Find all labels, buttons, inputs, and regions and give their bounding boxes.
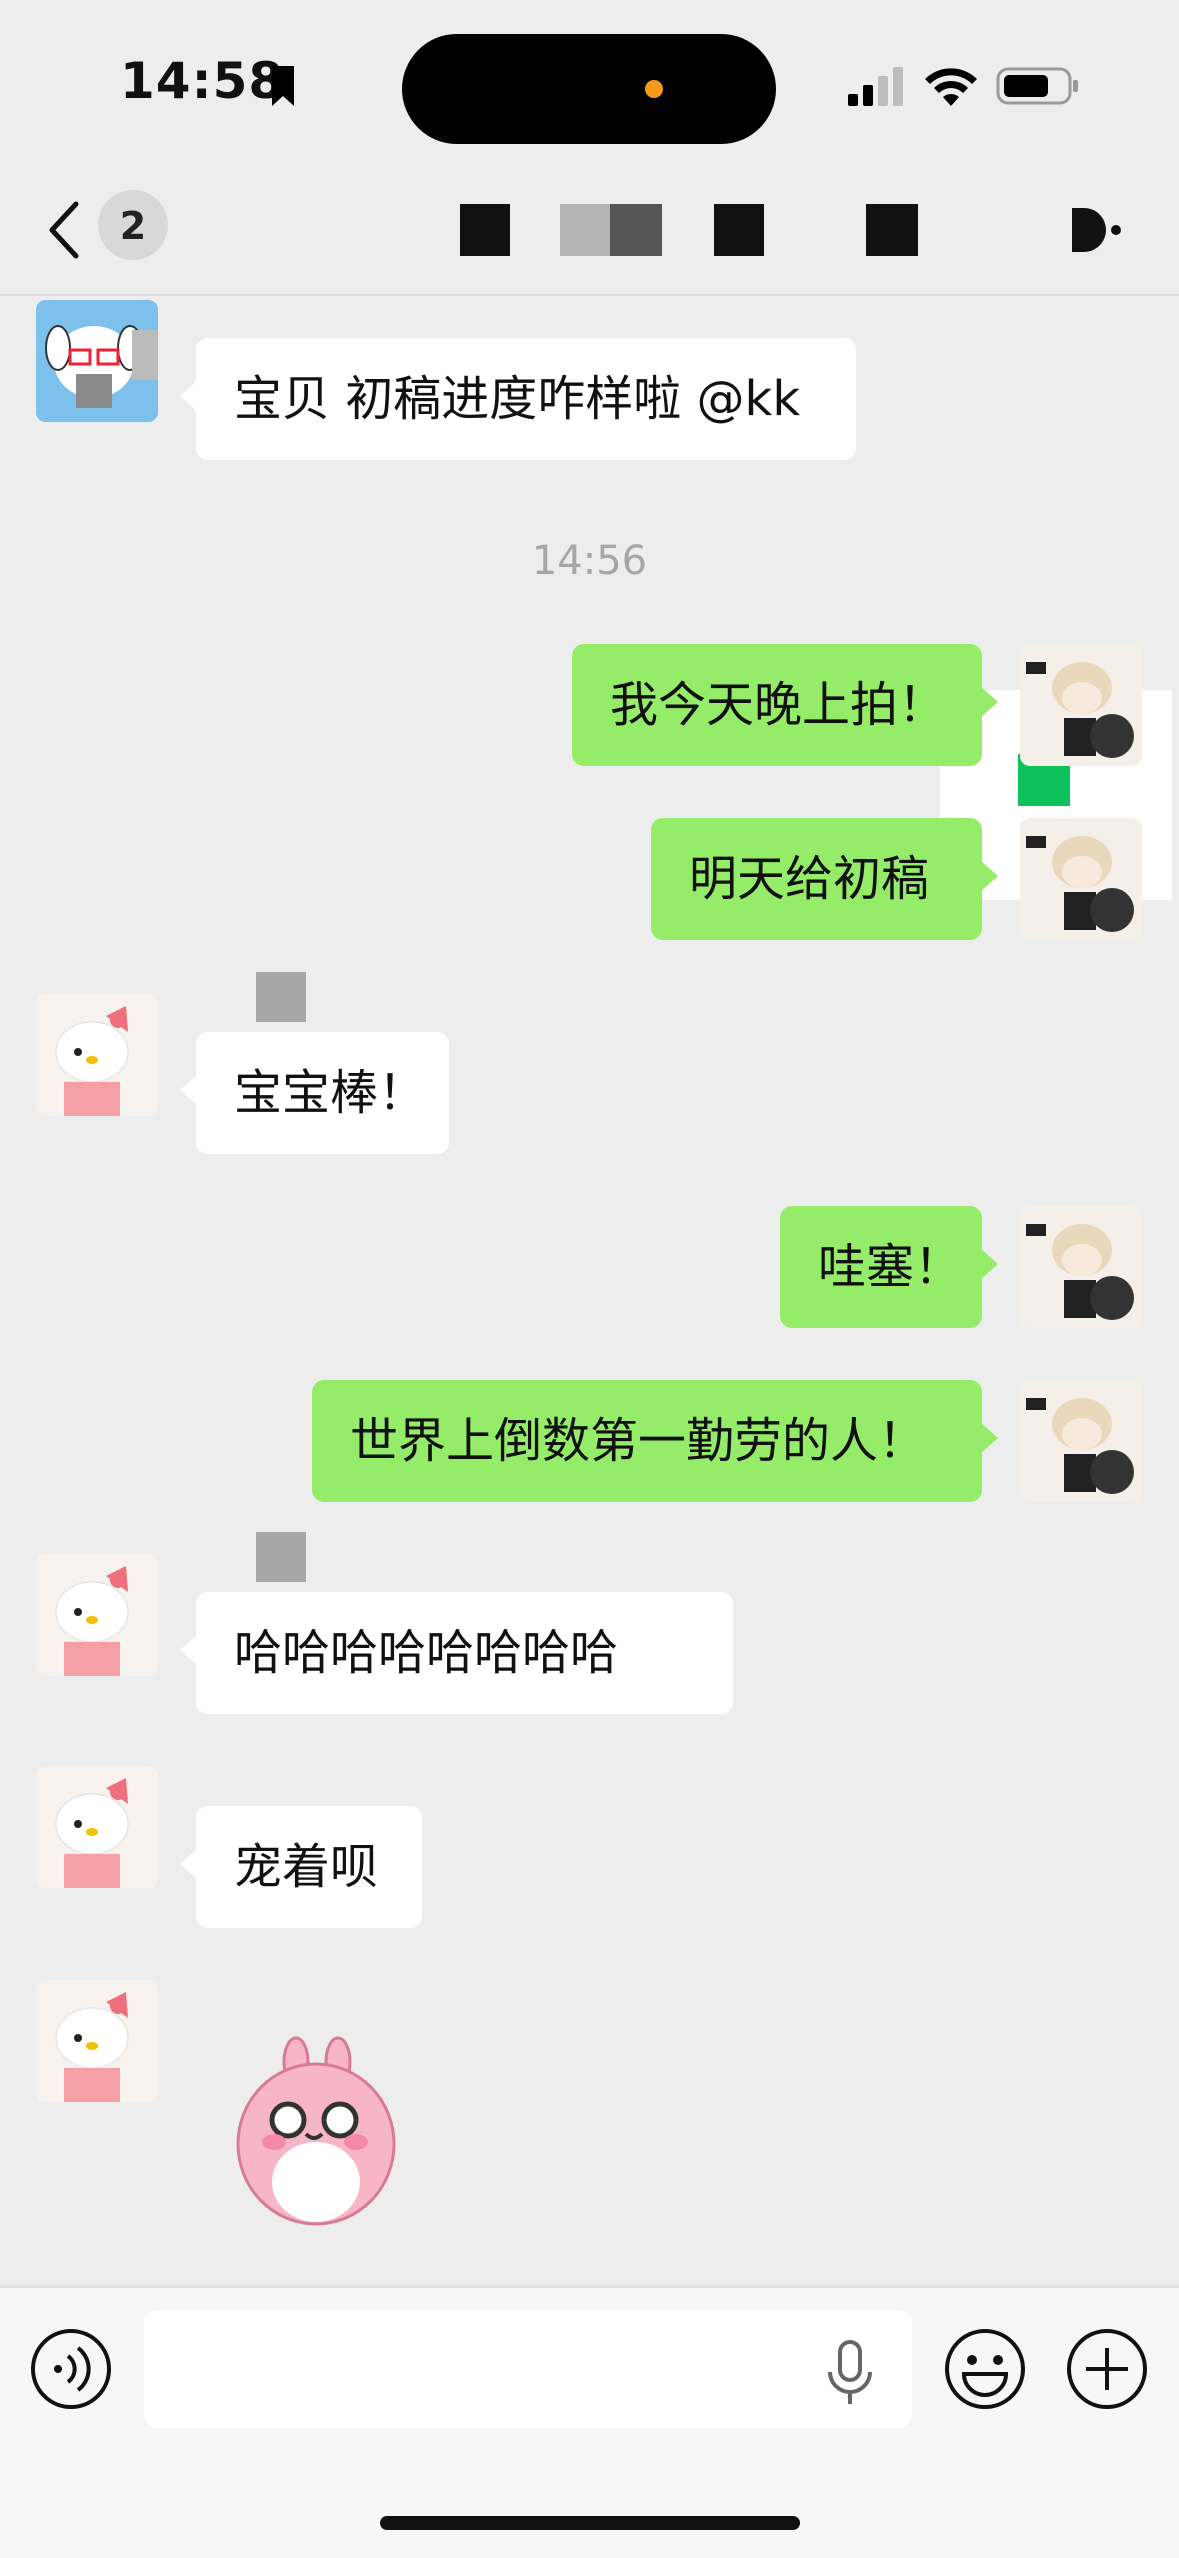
battery-icon <box>996 67 1078 105</box>
incoming-message-bubble[interactable]: 哈哈哈哈哈哈哈哈 <box>180 1592 733 1714</box>
wifi-icon <box>925 68 977 106</box>
plus-icon[interactable] <box>1066 2328 1148 2410</box>
kitty-avatar[interactable] <box>36 1554 158 1676</box>
outgoing-message-bubble[interactable]: 明天给初稿 <box>651 818 998 940</box>
chat-nav-bar: 2 <box>0 170 1179 296</box>
outgoing-message-bubble[interactable]: 世界上倒数第一勤劳的人！ <box>312 1380 998 1502</box>
message-list[interactable]: 宝贝 初稿进度咋样啦 @kk 14:56 我今天晚上拍！ 明天给初稿 宝宝棒！ … <box>0 296 1179 2286</box>
more-dots-icon[interactable] <box>1068 204 1124 256</box>
message-input[interactable] <box>144 2310 912 2428</box>
incoming-message-bubble[interactable]: 宝贝 初稿进度咋样啦 @kk <box>180 338 856 460</box>
chevron-left-icon[interactable] <box>44 200 84 260</box>
incoming-message-bubble[interactable]: 宠着呗 <box>180 1806 422 1928</box>
dynamic-island <box>402 34 776 144</box>
message-timestamp: 14:56 <box>531 538 648 584</box>
home-indicator <box>380 2516 800 2530</box>
privacy-indicator-dot <box>645 80 663 98</box>
sender-name-redacted <box>256 972 306 1022</box>
doll-avatar[interactable] <box>1020 1206 1142 1328</box>
cellular-signal-icon <box>848 67 903 106</box>
outgoing-message-bubble[interactable]: 我今天晚上拍！ <box>572 644 998 766</box>
status-time: 14:58 <box>120 52 285 110</box>
emoji-icon[interactable] <box>944 2328 1026 2410</box>
status-bar: 14:58 <box>0 0 1179 170</box>
voice-icon[interactable] <box>30 2328 112 2410</box>
pink-bunny-sticker[interactable] <box>232 2032 402 2232</box>
incoming-message-bubble[interactable]: 宝宝棒！ <box>180 1032 449 1154</box>
bookmark-icon <box>272 66 294 106</box>
doll-avatar[interactable] <box>1020 818 1142 940</box>
kitty-avatar[interactable] <box>36 1766 158 1888</box>
sender-name-redacted <box>256 1532 306 1582</box>
kitty-avatar[interactable] <box>36 1980 158 2102</box>
chat-input-bar <box>0 2286 1179 2558</box>
kitty-avatar[interactable] <box>36 994 158 1116</box>
unread-count-badge[interactable]: 2 <box>98 190 168 260</box>
doll-avatar[interactable] <box>1020 644 1142 766</box>
microphone-icon[interactable] <box>820 2338 880 2408</box>
outgoing-message-bubble[interactable]: 哇塞！ <box>780 1206 998 1328</box>
doll-avatar[interactable] <box>1020 1380 1142 1502</box>
puppy-avatar[interactable] <box>36 300 158 422</box>
